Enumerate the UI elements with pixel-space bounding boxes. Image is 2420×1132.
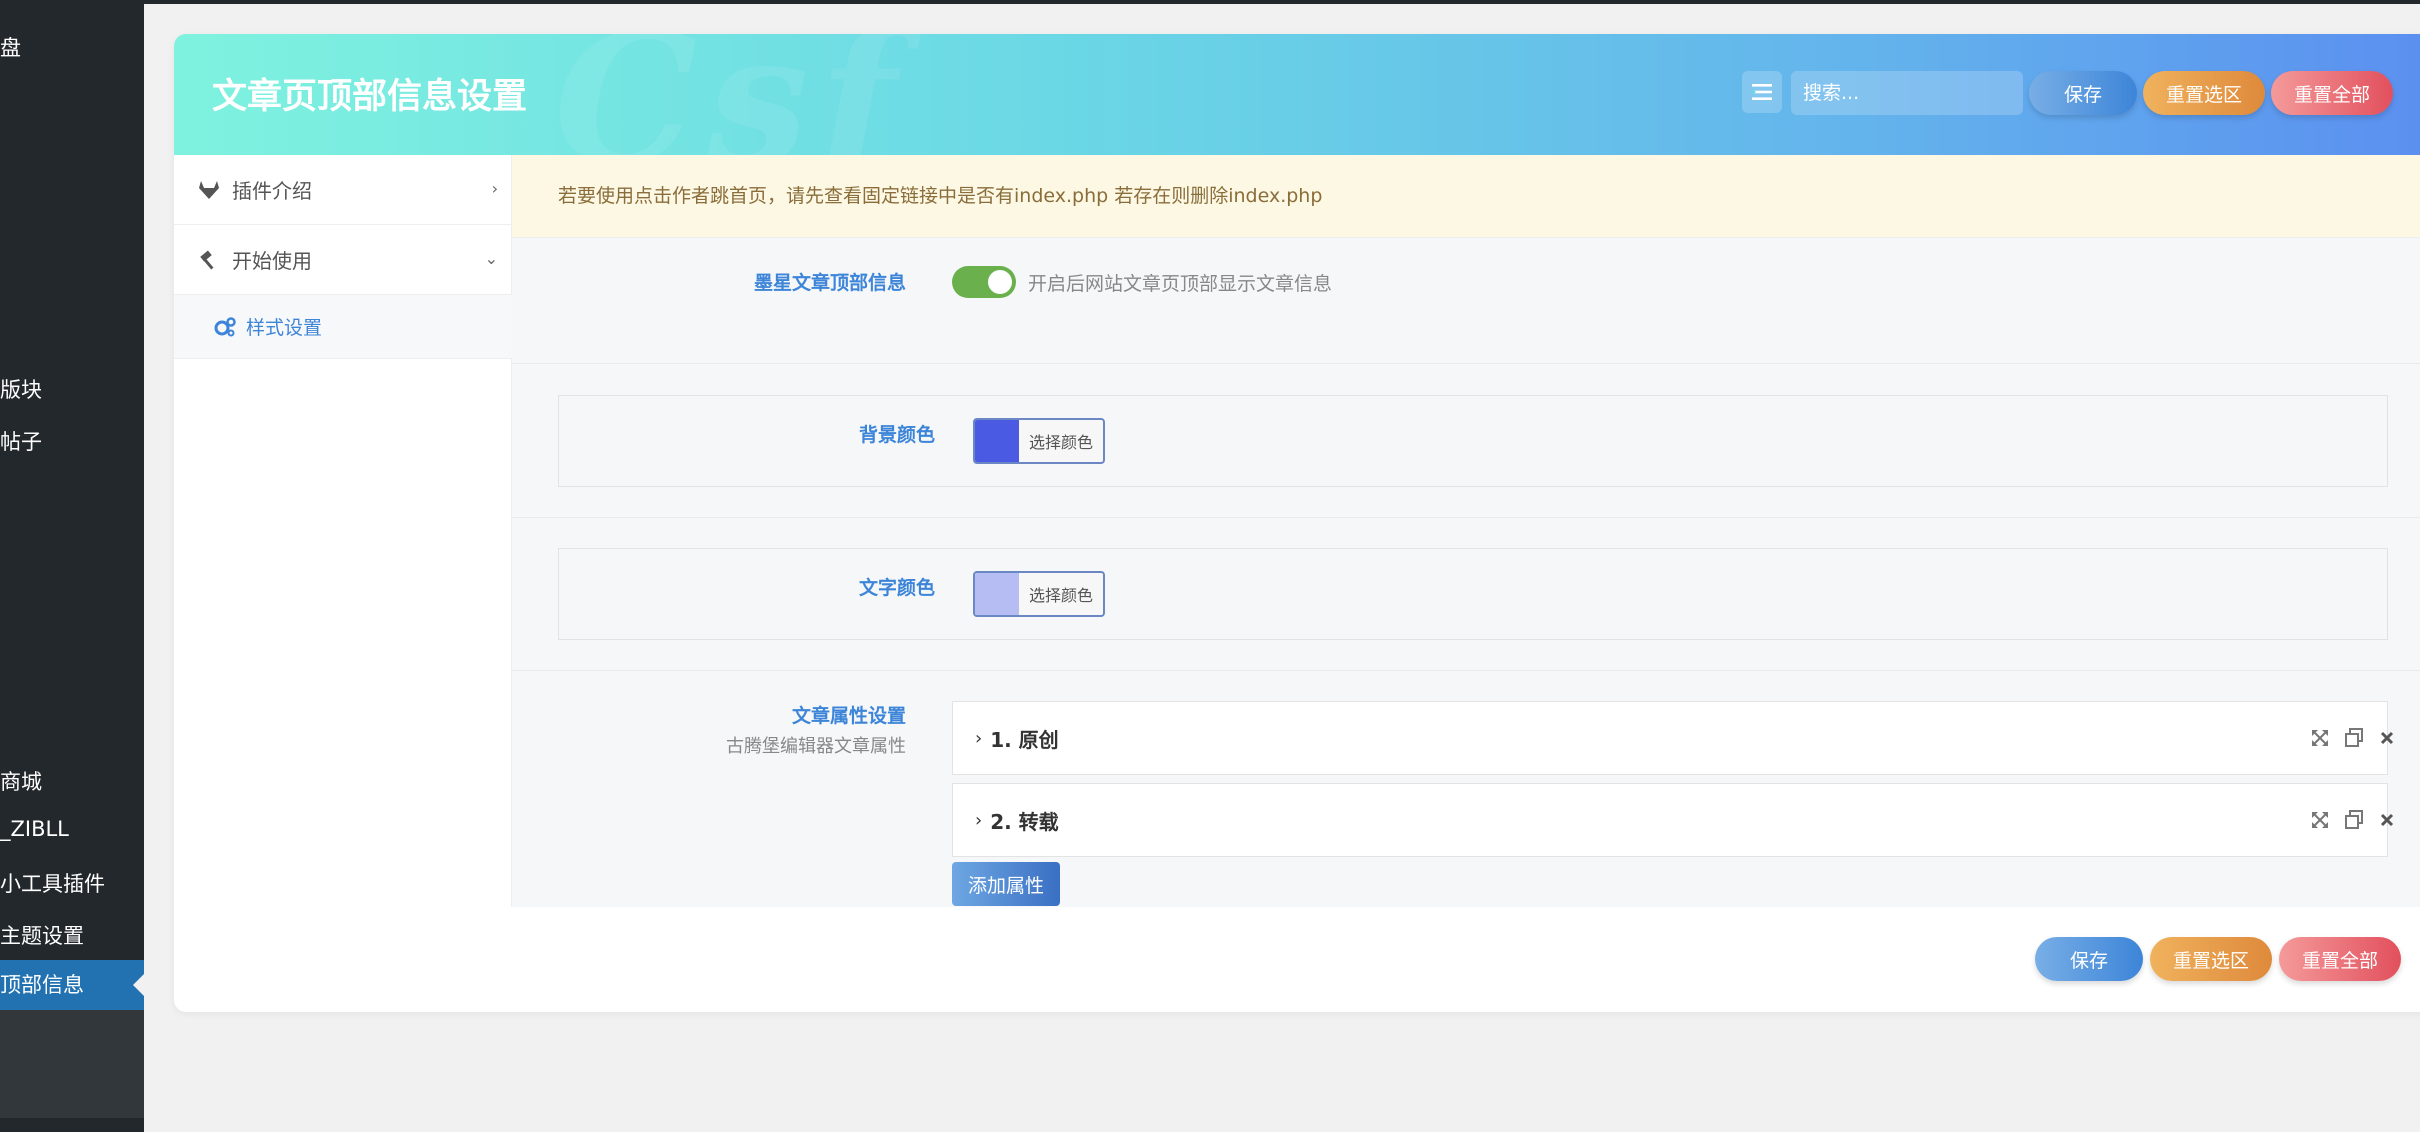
admin-top-strip (144, 0, 2420, 4)
attributes-field-title: 文章属性设置 (791, 705, 906, 727)
enable-toggle[interactable] (952, 266, 1016, 298)
admin-menu-item[interactable]: _ZIBLL (0, 817, 69, 841)
enable-field-title: 墨星文章顶部信息 (753, 272, 906, 294)
admin-submenu-area (0, 1010, 144, 1118)
text-color-swatch (975, 573, 1019, 615)
attribute-group[interactable]: › 1. 原创 (952, 701, 2394, 775)
list-icon (1752, 84, 1772, 100)
nav-item-label: 开始使用 (232, 249, 312, 273)
expand-icon[interactable] (2308, 726, 2332, 750)
admin-sidebar: 盘 版块 帖子 商城 _ZIBLL 小工具插件 主题设置 顶部信息 (0, 0, 145, 1132)
bg-color-title: 背景颜色 (858, 424, 935, 446)
divider (512, 363, 2420, 364)
notice-banner: 若要使用点击作者跳首页，请先查看固定链接中是否有index.php 若存在则删除… (512, 155, 2420, 238)
nav-subitem-style-settings[interactable]: 样式设置 (174, 295, 512, 359)
gitlab-icon (198, 179, 220, 201)
text-color-picker[interactable]: 选择颜色 (973, 571, 1105, 617)
clone-icon[interactable] (2342, 808, 2366, 832)
options-panel: Csf 文章页顶部信息设置 保存 重置选区 重置全部 插件介绍 › (174, 34, 2420, 1012)
add-attribute-button[interactable]: 添加属性 (952, 862, 1060, 906)
admin-menu-item-label: 顶部信息 (0, 973, 84, 997)
page-title: 文章页顶部信息设置 (212, 77, 528, 117)
bg-color-field: 背景颜色 选择颜色 (558, 395, 2388, 487)
nav-item-getting-started[interactable]: 开始使用 ⌄ (174, 225, 512, 295)
admin-menu-item[interactable]: 版块 (0, 374, 42, 404)
remove-icon[interactable] (2375, 808, 2399, 832)
bg-color-swatch (975, 420, 1019, 462)
group-title: 1. 原创 (990, 727, 1059, 752)
admin-menu-item[interactable]: 商城 (0, 766, 42, 796)
divider (512, 517, 2420, 518)
expand-icon[interactable] (2308, 808, 2332, 832)
chevron-right-icon: › (975, 809, 983, 831)
footer-reset-section-button[interactable]: 重置选区 (2150, 937, 2272, 981)
current-menu-arrow (133, 973, 145, 997)
text-color-title: 文字颜色 (858, 577, 935, 599)
options-nav: 插件介绍 › 开始使用 ⌄ 样式设置 (174, 155, 512, 907)
search-input[interactable] (1791, 71, 2023, 115)
choose-color-label: 选择颜色 (1029, 586, 1094, 605)
cogs-icon (214, 316, 236, 338)
admin-menu-item[interactable]: 帖子 (0, 426, 42, 456)
group-title: 2. 转载 (990, 809, 1059, 834)
reset-all-button[interactable]: 重置全部 (2271, 71, 2393, 115)
toggle-knob (988, 270, 1012, 294)
nav-subitem-label: 样式设置 (246, 317, 323, 339)
options-content: 若要使用点击作者跳首页，请先查看固定链接中是否有index.php 若存在则删除… (512, 155, 2420, 907)
enable-field-desc: 开启后网站文章页顶部显示文章信息 (1028, 273, 1333, 295)
footer-save-button[interactable]: 保存 (2035, 937, 2143, 981)
admin-menu-item[interactable]: 主题设置 (0, 920, 84, 950)
remove-icon[interactable] (2375, 726, 2399, 750)
divider (512, 670, 2420, 671)
bg-color-picker[interactable]: 选择颜色 (973, 418, 1105, 464)
choose-color-label: 选择颜色 (1029, 433, 1094, 452)
expand-all-button[interactable] (1742, 71, 1782, 113)
header-watermark: Csf (554, 34, 907, 155)
reset-section-button[interactable]: 重置选区 (2143, 71, 2265, 115)
admin-menu-item[interactable]: 盘 (0, 32, 21, 62)
footer-reset-all-button[interactable]: 重置全部 (2279, 937, 2401, 981)
text-color-field: 文字颜色 选择颜色 (558, 548, 2388, 640)
nav-item-intro[interactable]: 插件介绍 › (174, 155, 512, 225)
panel-header: Csf 文章页顶部信息设置 保存 重置选区 重置全部 (174, 34, 2420, 155)
admin-menu-item[interactable]: 小工具插件 (0, 868, 105, 898)
admin-menu-item-active[interactable]: 顶部信息 (0, 960, 145, 1010)
attribute-group[interactable]: › 2. 转载 (952, 783, 2394, 857)
chevron-down-icon: ⌄ (484, 249, 498, 268)
nav-item-label: 插件介绍 (232, 179, 312, 203)
attributes-field-desc: 古腾堡编辑器文章属性 (726, 736, 906, 757)
chevron-right-icon: › (491, 179, 498, 198)
hammer-icon (198, 249, 220, 271)
save-button[interactable]: 保存 (2029, 71, 2137, 115)
clone-icon[interactable] (2342, 726, 2366, 750)
chevron-right-icon: › (975, 727, 983, 749)
